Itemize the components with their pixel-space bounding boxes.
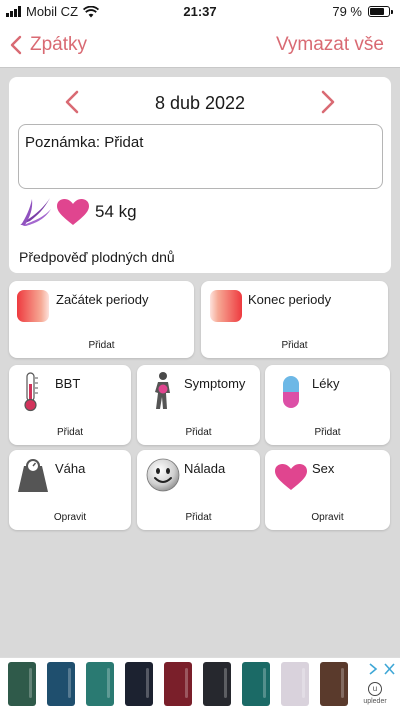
meds-label: Léky: [312, 376, 340, 391]
ad-close-icon[interactable]: [368, 662, 396, 676]
period-end-label: Konec periody: [248, 292, 332, 307]
weight-label: Váha: [55, 461, 86, 476]
back-label: Zpátky: [30, 34, 88, 55]
ad-banner[interactable]: u upleder: [0, 657, 400, 711]
nav-bar: Zpátky Vymazat vše: [0, 24, 400, 68]
period-start-icon: [17, 290, 49, 322]
day-summary-row: 54 kg: [18, 195, 137, 229]
period-end-tile[interactable]: Konec periody Přidat: [201, 281, 388, 358]
symptoms-figure-icon: [155, 372, 170, 409]
thermometer-icon: [24, 372, 38, 412]
bbt-label: BBT: [55, 376, 81, 391]
ad-product-thumbnail: [242, 662, 270, 706]
ad-product-thumbnail: [281, 662, 309, 706]
weight-tile[interactable]: Váha Opravit: [9, 450, 131, 530]
back-button[interactable]: Zpátky: [10, 34, 87, 56]
scale-weight-icon: [18, 459, 48, 492]
weight-action: Opravit: [53, 512, 87, 523]
ad-product-thumbnail: [203, 662, 231, 706]
period-start-action: Přidat: [88, 340, 115, 351]
ad-product-thumbnail: [125, 662, 153, 706]
period-flower-icon: [20, 198, 51, 226]
mood-action: Přidat: [185, 512, 212, 523]
period-start-label: Začátek periody: [56, 292, 149, 307]
chevron-right-icon: [321, 90, 335, 114]
heart-icon: [57, 199, 89, 225]
day-card: 8 dub 2022 Poznámka: Přidat 54 kg Předpo…: [9, 77, 391, 273]
ad-product-thumbnail: [164, 662, 192, 706]
period-end-action: Přidat: [281, 340, 308, 351]
ad-brand-logo: u upleder: [360, 682, 390, 705]
meds-tile[interactable]: Léky Přidat: [265, 365, 390, 445]
symptoms-action: Přidat: [185, 427, 212, 438]
weight-value: 54 kg: [95, 202, 137, 221]
symptoms-label: Symptomy: [184, 376, 246, 391]
battery-fill: [370, 8, 385, 15]
next-day-button[interactable]: [315, 89, 339, 115]
ad-product-thumbnail: [47, 662, 75, 706]
status-right: 79 %: [332, 4, 393, 19]
fertile-prediction-link[interactable]: Předpověď plodných dnů: [19, 249, 175, 265]
period-start-tile[interactable]: Začátek periody Přidat: [9, 281, 194, 358]
meds-action: Přidat: [314, 427, 341, 438]
sex-action: Opravit: [311, 512, 344, 523]
mood-label: Nálada: [184, 461, 226, 476]
heart-icon: [275, 464, 307, 490]
battery-percent: 79 %: [332, 4, 362, 19]
ad-brand-name: upleder: [363, 698, 387, 705]
ad-product-thumbnail: [8, 662, 36, 706]
symptoms-tile[interactable]: Symptomy Přidat: [137, 365, 260, 445]
clear-all-button[interactable]: Vymazat vše: [276, 34, 384, 56]
mood-tile[interactable]: Nálada Přidat: [137, 450, 260, 530]
ad-product-thumbnail: [86, 662, 114, 706]
pill-icon: [283, 376, 299, 408]
ad-product-thumbnail: [320, 662, 348, 706]
sex-tile[interactable]: Sex Opravit: [265, 450, 390, 530]
battery-icon: [368, 6, 393, 17]
note-field[interactable]: Poznámka: Přidat: [18, 124, 383, 189]
sex-label: Sex: [312, 461, 335, 476]
chevron-left-icon: [10, 35, 22, 55]
period-end-icon: [210, 290, 242, 322]
bbt-action: Přidat: [56, 427, 84, 438]
bbt-tile[interactable]: BBT Přidat: [9, 365, 131, 445]
smiley-icon: [146, 458, 180, 492]
status-bar: Mobil CZ 21:37 79 %: [0, 0, 400, 24]
ad-brand-icon: u: [368, 682, 382, 696]
